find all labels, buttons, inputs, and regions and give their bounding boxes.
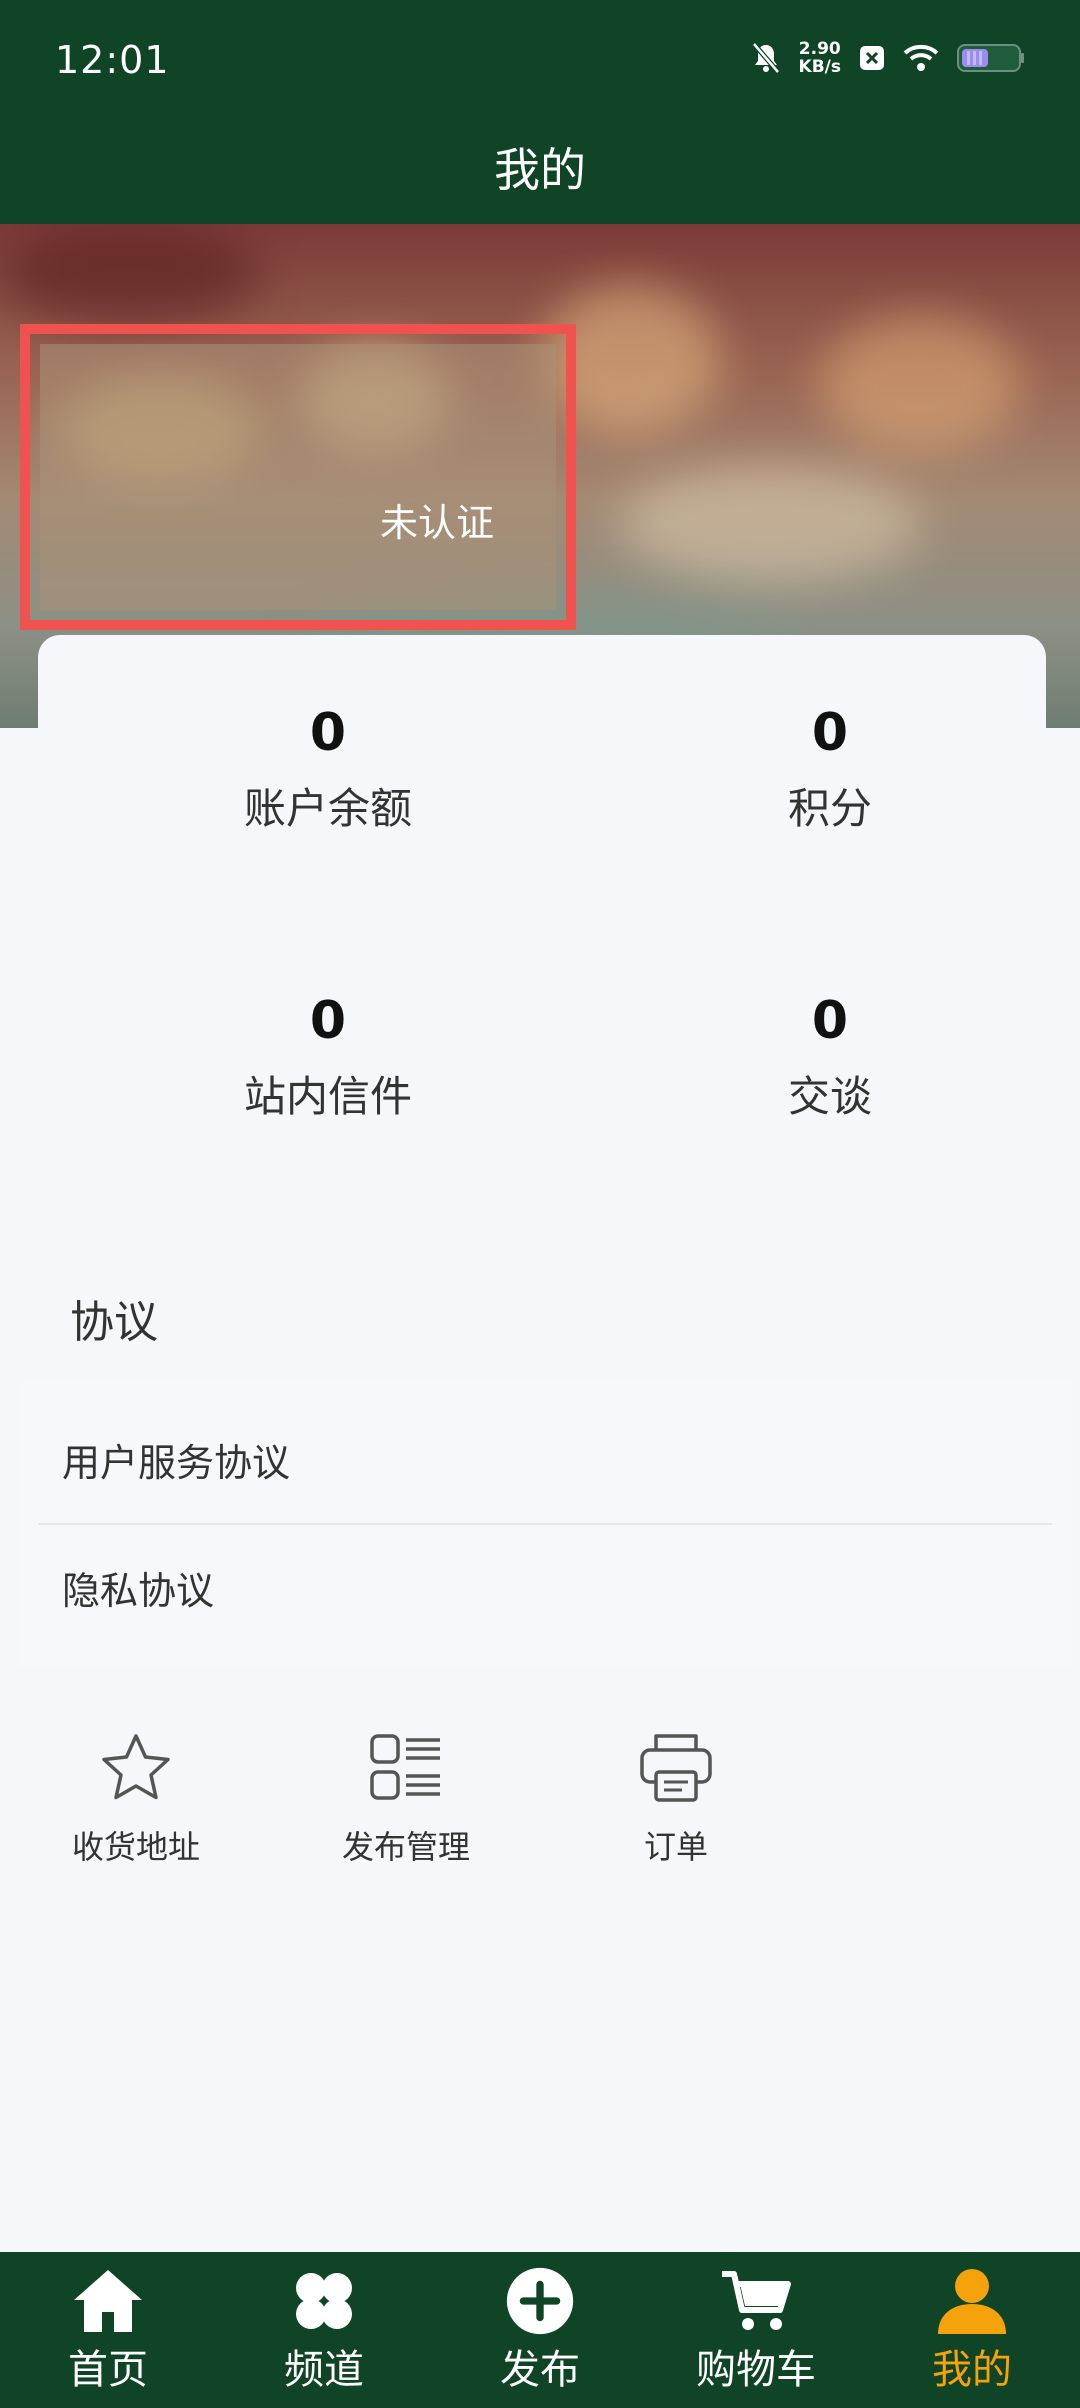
user-service-agreement-link[interactable]: 用户服务协议 [62, 1432, 290, 1487]
nav-label: 我的 [932, 2347, 1012, 2393]
battery-icon [957, 43, 1025, 73]
quick-action-orders[interactable]: 订单 [576, 1728, 776, 1868]
nav-home[interactable]: 首页 [23, 2266, 193, 2394]
close-box-icon [859, 45, 885, 71]
list-grid-icon [306, 1728, 506, 1808]
wifi-icon [903, 44, 939, 72]
stat-label: 交谈 [787, 1072, 872, 1121]
user-icon [887, 2266, 1057, 2336]
top-bar: 12:01 2.90 KB/s 我的 [0, 0, 1080, 224]
quick-action-address[interactable]: 收货地址 [36, 1728, 236, 1868]
nav-label: 发布 [500, 2347, 580, 2393]
net-speed: 2.90 KB/s [799, 40, 841, 76]
cart-icon [671, 2266, 841, 2336]
cert-status: 未认证 [380, 501, 495, 545]
stat-value: 0 [309, 703, 347, 763]
nav-label: 首页 [68, 2347, 148, 2393]
status-time: 12:01 [55, 38, 170, 82]
stat-label: 站内信件 [243, 1072, 412, 1121]
net-speed-value: 2.90 [798, 39, 841, 59]
privacy-agreement-link[interactable]: 隐私协议 [62, 1560, 214, 1615]
quick-action-label: 收货地址 [71, 1828, 200, 1866]
home-icon [23, 2266, 193, 2336]
stat-value: 0 [811, 703, 849, 763]
profile-inner: 未认证 [40, 344, 556, 610]
app-screen: 12:01 2.90 KB/s 我的 未认证 0 账户余额 0 积分 0 站内信… [0, 0, 1080, 2408]
status-icons: 2.90 KB/s [751, 40, 1025, 76]
clover-icon [239, 2266, 409, 2336]
plus-circle-icon [455, 2266, 625, 2336]
stat-points[interactable]: 0 积分 [680, 703, 980, 833]
divider [38, 1523, 1052, 1525]
stats-card: 0 账户余额 0 积分 0 站内信件 0 交谈 [38, 635, 1046, 1215]
nav-publish[interactable]: 发布 [455, 2266, 625, 2394]
nav-channels[interactable]: 频道 [239, 2266, 409, 2394]
star-icon [36, 1728, 236, 1808]
agreements-list: 用户服务协议 隐私协议 [18, 1378, 1072, 1668]
printer-icon [576, 1728, 776, 1808]
stat-chats[interactable]: 0 交谈 [680, 991, 980, 1121]
section-title-agreements: 协议 [70, 1297, 158, 1348]
nav-cart[interactable]: 购物车 [671, 2266, 841, 2394]
stat-value: 0 [309, 991, 347, 1051]
bell-mute-icon [751, 42, 781, 74]
quick-action-label: 发布管理 [341, 1828, 470, 1866]
nav-label: 频道 [284, 2347, 364, 2393]
page-title: 我的 [494, 143, 586, 197]
stat-balance[interactable]: 0 账户余额 [178, 703, 478, 833]
stat-label: 积分 [787, 784, 872, 833]
profile-area[interactable]: 未认证 [20, 324, 576, 630]
bottom-nav: 首页 频道 发布 购物车 我的 [0, 2252, 1080, 2408]
quick-action-label: 订单 [643, 1828, 708, 1866]
net-speed-unit: KB/s [798, 57, 841, 77]
stat-label: 账户余额 [243, 784, 412, 833]
stat-messages[interactable]: 0 站内信件 [178, 991, 478, 1121]
stat-value: 0 [811, 991, 849, 1051]
quick-action-publish[interactable]: 发布管理 [306, 1728, 506, 1868]
nav-label: 购物车 [696, 2347, 816, 2393]
nav-profile[interactable]: 我的 [887, 2266, 1057, 2394]
